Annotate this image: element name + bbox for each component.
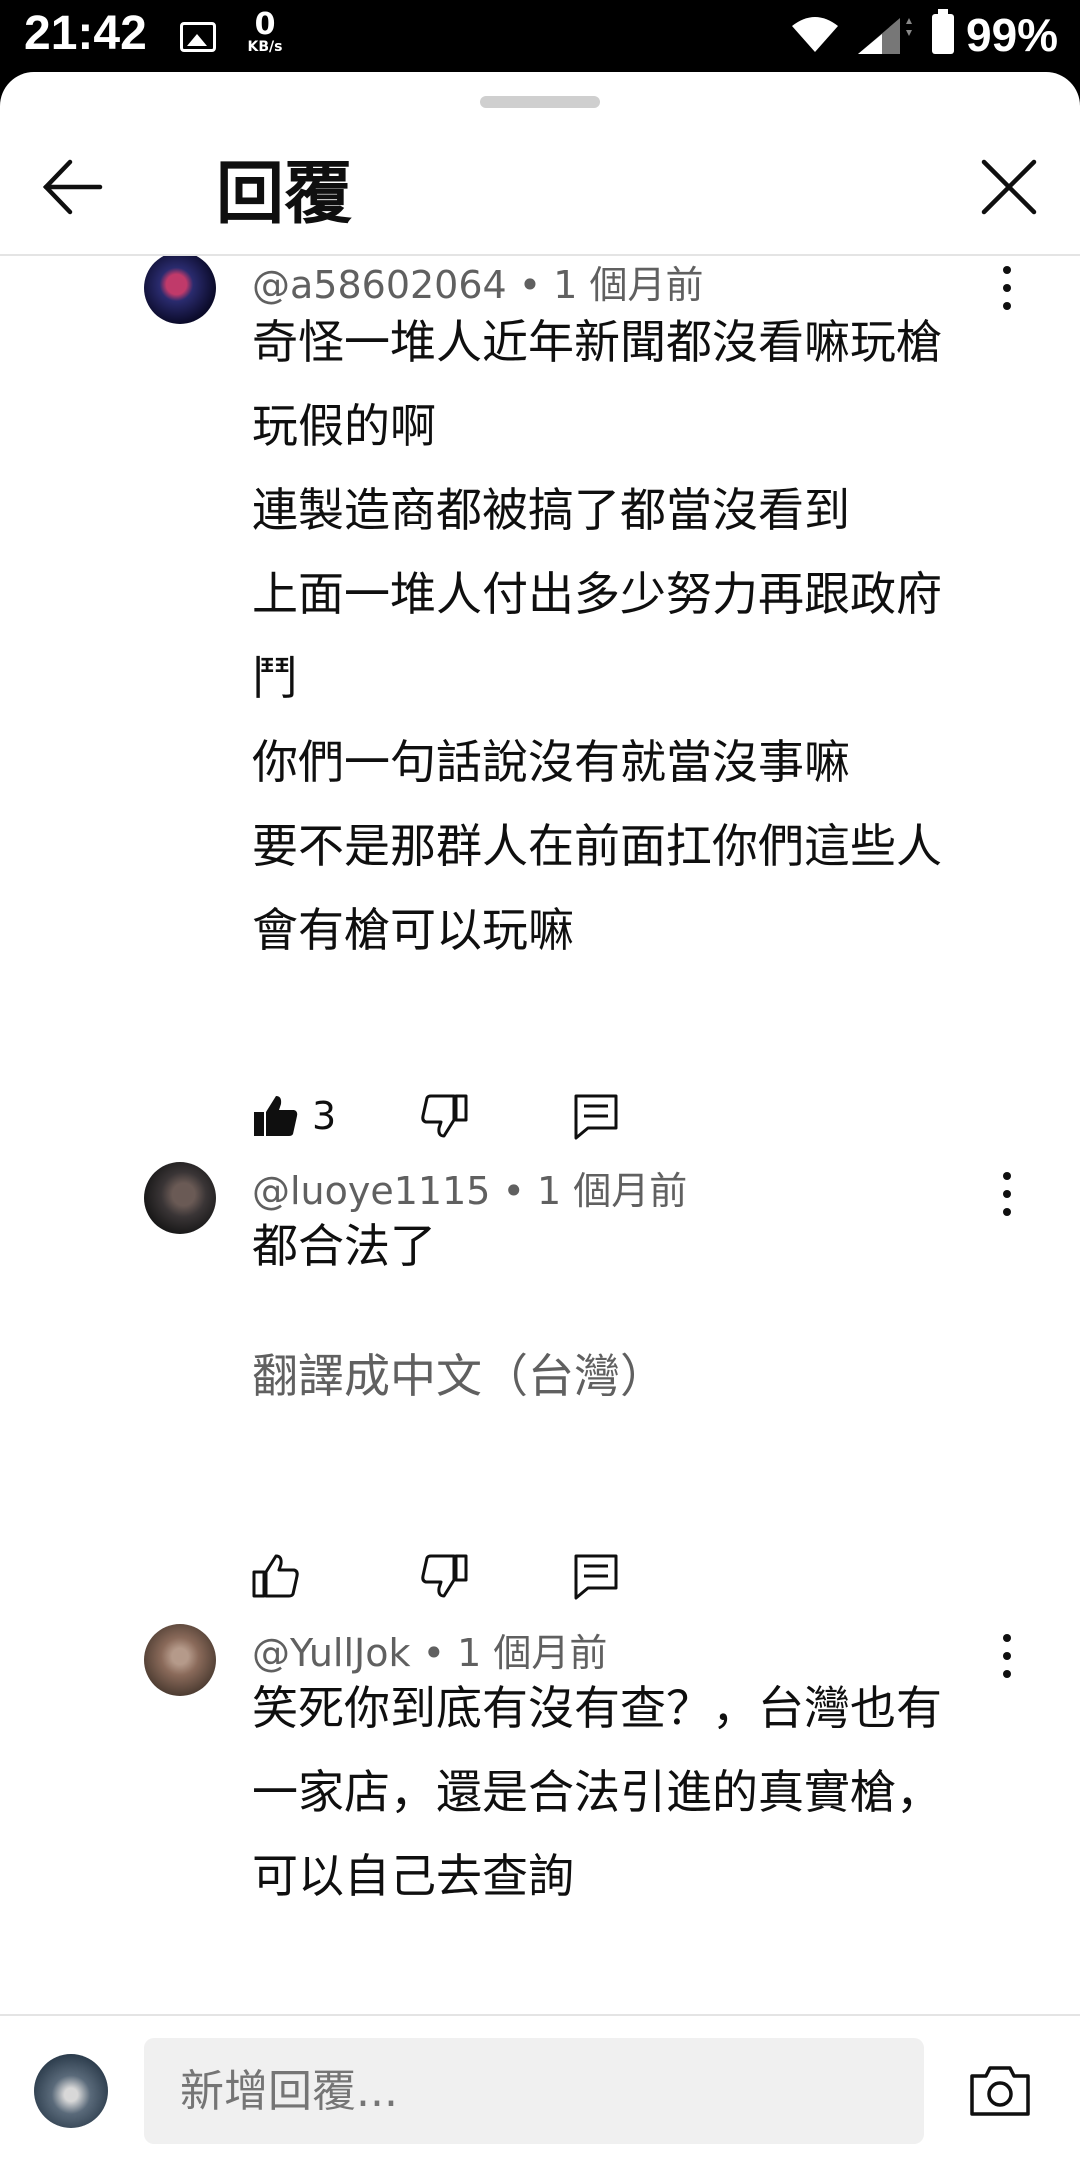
battery-icon	[932, 9, 954, 54]
more-button[interactable]	[992, 1164, 1022, 1224]
more-button[interactable]	[992, 258, 1022, 318]
comment-line: 玩假的啊	[252, 399, 436, 453]
thumbs-down-icon	[421, 1094, 468, 1138]
comment-line: 奇怪一堆人近年新聞都沒看嘛玩槍	[252, 315, 942, 369]
comment-text: 笑死你到底有沒有查？，台灣也有 一家店，還是合法引進的真實槍， 可以自己去查詢	[252, 1666, 992, 1918]
more-button[interactable]	[992, 1626, 1022, 1686]
back-button[interactable]	[40, 152, 110, 222]
close-button[interactable]	[974, 152, 1044, 222]
thumbs-down-icon	[421, 1554, 468, 1598]
comment-text: 都合法了	[252, 1204, 992, 1288]
comment-actions: 3	[252, 1092, 652, 1152]
comment-line: 會有槍可以玩嘛	[252, 903, 574, 957]
comment-line: 一家店，還是合法引進的真實槍，	[252, 1765, 942, 1819]
comment-list: @a58602064 • 1 個月前 奇怪一堆人近年新聞都沒看嘛玩槍 玩假的啊 …	[0, 256, 1080, 2086]
like-button[interactable]	[252, 1092, 300, 1140]
like-count: 3	[312, 1094, 337, 1138]
page-title: 回覆	[216, 155, 353, 234]
more-vert-icon	[1003, 1634, 1011, 1642]
like-button[interactable]	[252, 1552, 300, 1600]
net-speed-unit: KB/s	[247, 39, 283, 55]
camera-button[interactable]	[968, 2062, 1032, 2118]
comment-line: 都合法了	[252, 1219, 436, 1273]
network-speed: 0 KB/s	[240, 7, 290, 55]
reply-composer	[0, 2014, 1080, 2160]
more-vert-icon	[1003, 266, 1011, 274]
battery-level: 99%	[966, 9, 1059, 61]
status-bar: 21:42 0 KB/s 99%	[0, 0, 1080, 72]
avatar[interactable]	[144, 1162, 216, 1234]
reply-input[interactable]	[144, 2038, 924, 2144]
dislike-button[interactable]	[420, 1552, 468, 1600]
signal-icon	[858, 18, 912, 54]
comment-icon	[574, 1094, 618, 1140]
clock: 21:42	[24, 7, 147, 60]
comment-line: 你們一句話說沒有就當沒事嘛	[252, 735, 850, 789]
translate-link[interactable]: 翻譯成中文（台灣）	[252, 1340, 666, 1406]
comment-text: 奇怪一堆人近年新聞都沒看嘛玩槍 玩假的啊 連製造商都被搞了都當沒看到 上面一堆人…	[252, 300, 992, 972]
dislike-button[interactable]	[420, 1092, 468, 1140]
my-avatar[interactable]	[34, 2054, 108, 2128]
comment-line: 鬥	[252, 651, 298, 705]
comment-line: 笑死你到底有沒有查？，台灣也有	[252, 1681, 942, 1735]
comment-icon	[574, 1554, 618, 1600]
avatar[interactable]	[144, 256, 216, 324]
replies-sheet: 回覆 @a58602064 • 1 個月前 奇怪一堆人近年新聞都沒看嘛玩槍 玩假…	[0, 72, 1080, 2160]
reply-button[interactable]	[572, 1552, 620, 1600]
comment-actions	[252, 1552, 652, 1612]
avatar[interactable]	[144, 1624, 216, 1696]
reply-button[interactable]	[572, 1092, 620, 1140]
arrow-left-icon	[42, 159, 103, 215]
thumbs-up-icon	[254, 1096, 298, 1136]
image-notification-icon	[180, 22, 216, 52]
more-vert-icon	[1003, 1172, 1011, 1180]
comment-line: 連製造商都被搞了都當沒看到	[252, 483, 850, 537]
comment-line: 可以自己去查詢	[252, 1849, 574, 1903]
net-speed-value: 0	[254, 7, 276, 42]
wifi-icon	[792, 17, 838, 52]
camera-icon	[970, 2066, 1030, 2116]
comment-line: 要不是那群人在前面扛你們這些人	[252, 819, 942, 873]
thumbs-up-icon	[252, 1554, 299, 1598]
comment-line: 上面一堆人付出多少努力再跟政府	[252, 567, 942, 621]
close-icon	[981, 159, 1037, 215]
sheet-header: 回覆	[0, 72, 1080, 256]
